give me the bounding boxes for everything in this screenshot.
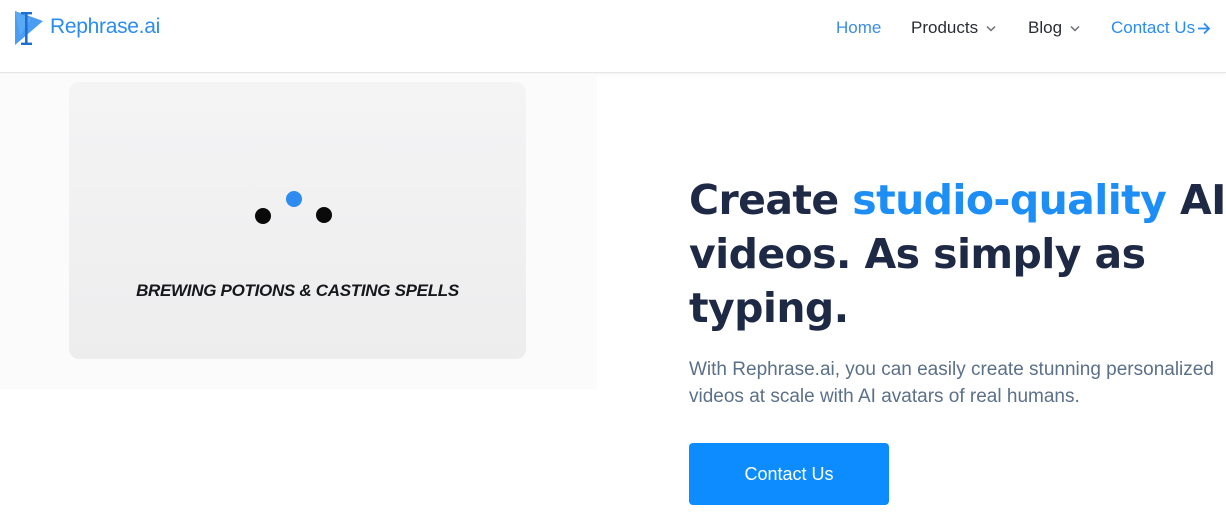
nav-contact-us[interactable]: Contact Us [1111,17,1211,39]
contact-us-button[interactable]: Contact Us [689,443,889,505]
loading-text: BREWING POTIONS & CASTING SPELLS [136,281,459,300]
logo-text: Rephrase.ai [50,15,160,38]
headline-accent: studio-quality [852,176,1167,224]
arrow-right-icon [1198,22,1211,34]
nav-blog[interactable]: Blog [1028,17,1080,39]
hero-subtext: With Rephrase.ai, you can easily create … [689,359,1214,407]
nav-home-label: Home [836,18,882,37]
video-preview-card: BREWING POTIONS & CASTING SPELLS [69,82,526,359]
loading-dot [286,191,302,207]
headline-part1: Create [689,176,853,224]
rephrase-logo-icon [15,11,43,45]
loading-dot [316,207,332,223]
loading-dot [255,208,271,224]
nav-products[interactable]: Products [911,17,996,39]
hero-headline: Create studio-quality AI videos. As simp… [689,173,1226,335]
site-header: Rephrase.ai Home Products Blog Contact U… [0,0,1226,73]
chevron-down-icon [1070,25,1080,32]
nav-products-label: Products [911,18,979,37]
nav-home[interactable]: Home [836,17,881,39]
chevron-down-icon [986,25,996,32]
contact-us-button-label: Contact Us [744,463,834,484]
nav-blog-label: Blog [1028,18,1063,37]
logo[interactable]: Rephrase.ai [12,8,160,48]
nav-contact-label: Contact Us [1111,18,1196,37]
